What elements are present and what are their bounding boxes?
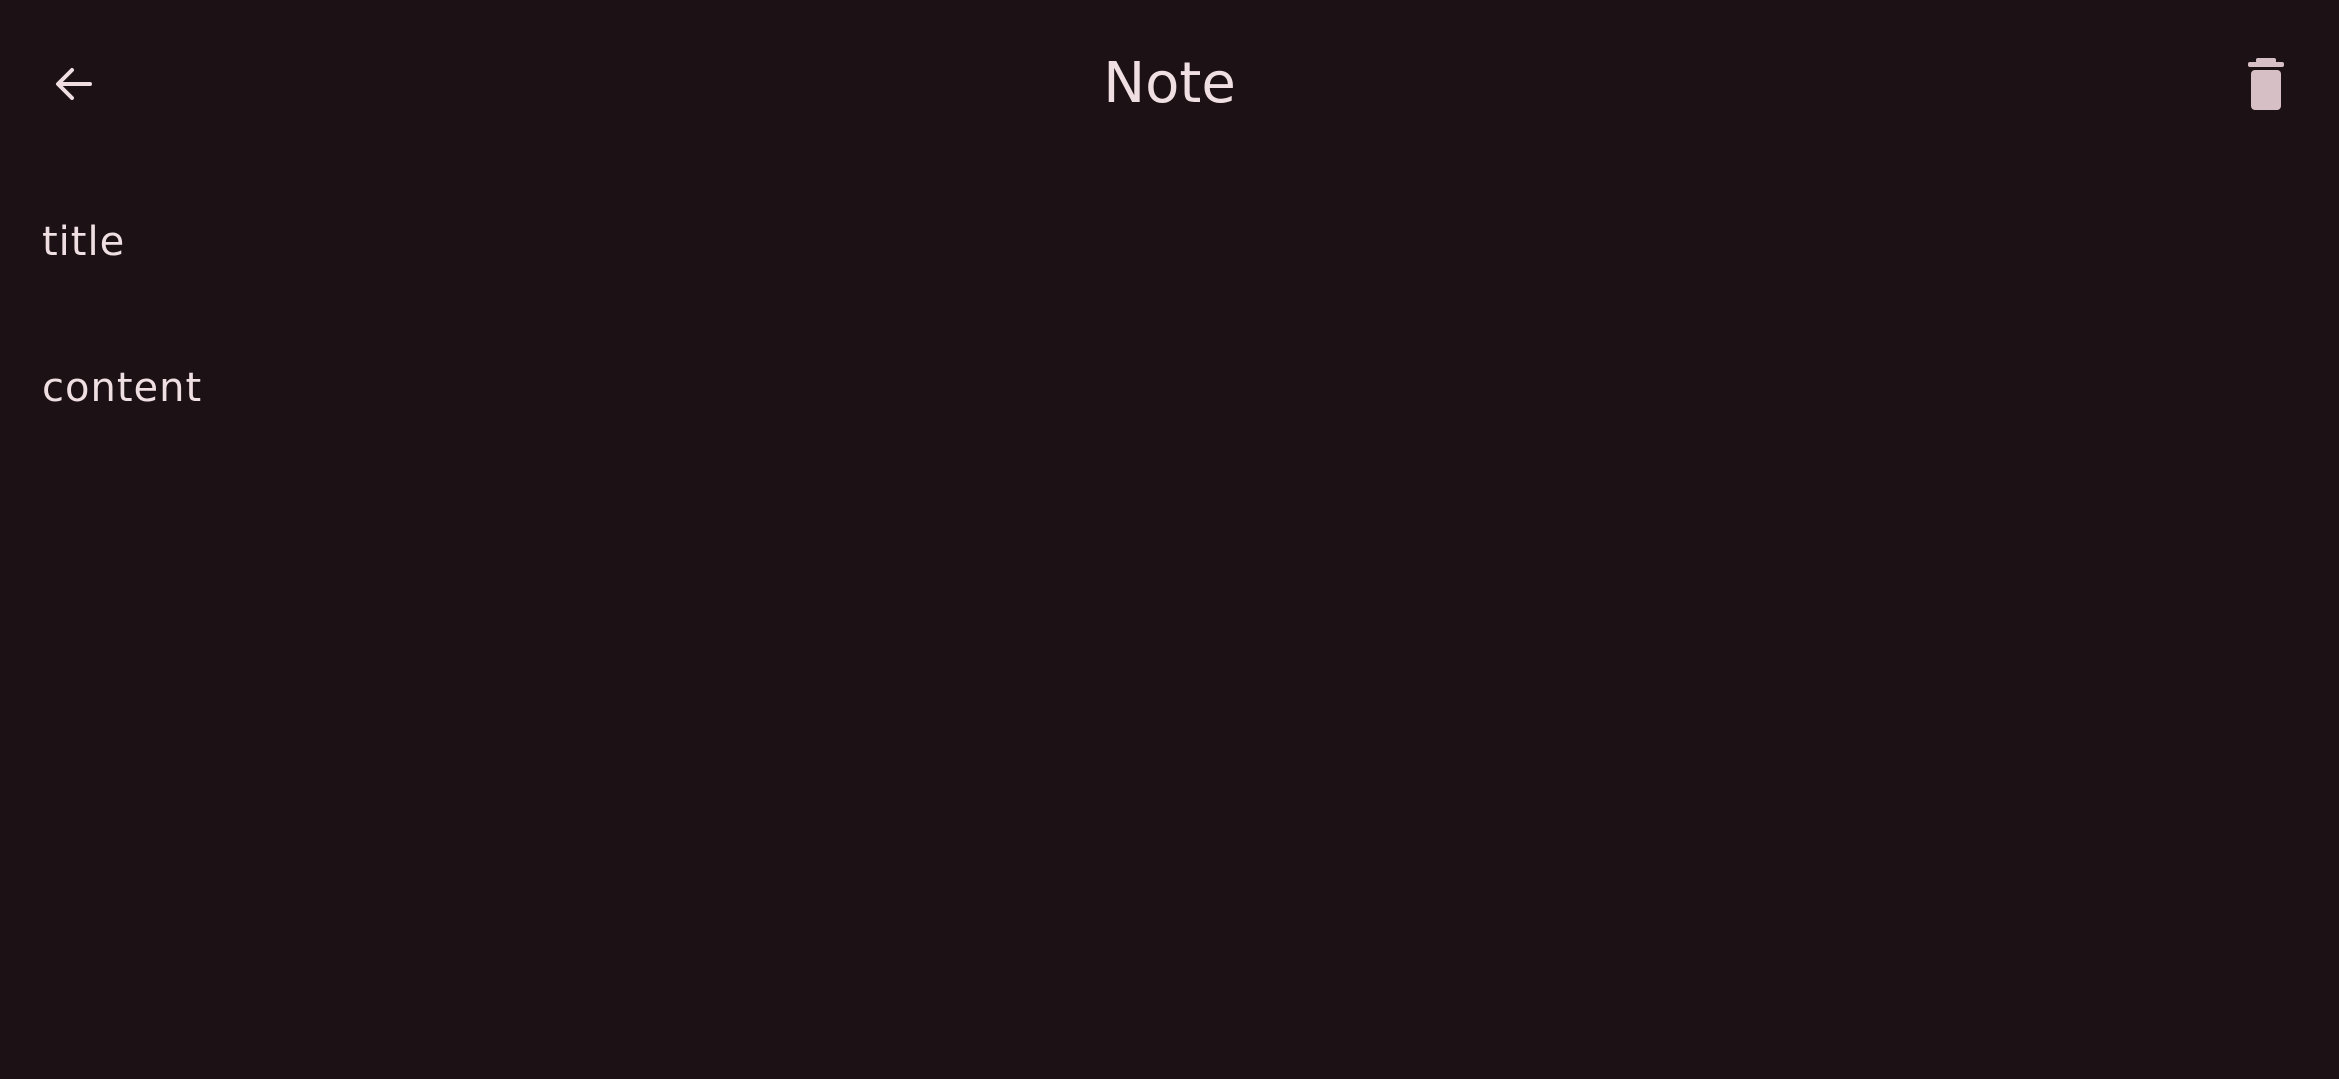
trash-icon [2248, 58, 2284, 110]
title-field [0, 182, 2339, 302]
note-screen: Note [0, 0, 2339, 1079]
delete-button[interactable] [2226, 44, 2306, 124]
page-title: Note [1103, 51, 1236, 116]
content-field [0, 328, 2339, 448]
title-input[interactable] [42, 182, 2292, 302]
content-input[interactable] [42, 328, 2292, 448]
top-app-bar: Note [0, 0, 2339, 170]
